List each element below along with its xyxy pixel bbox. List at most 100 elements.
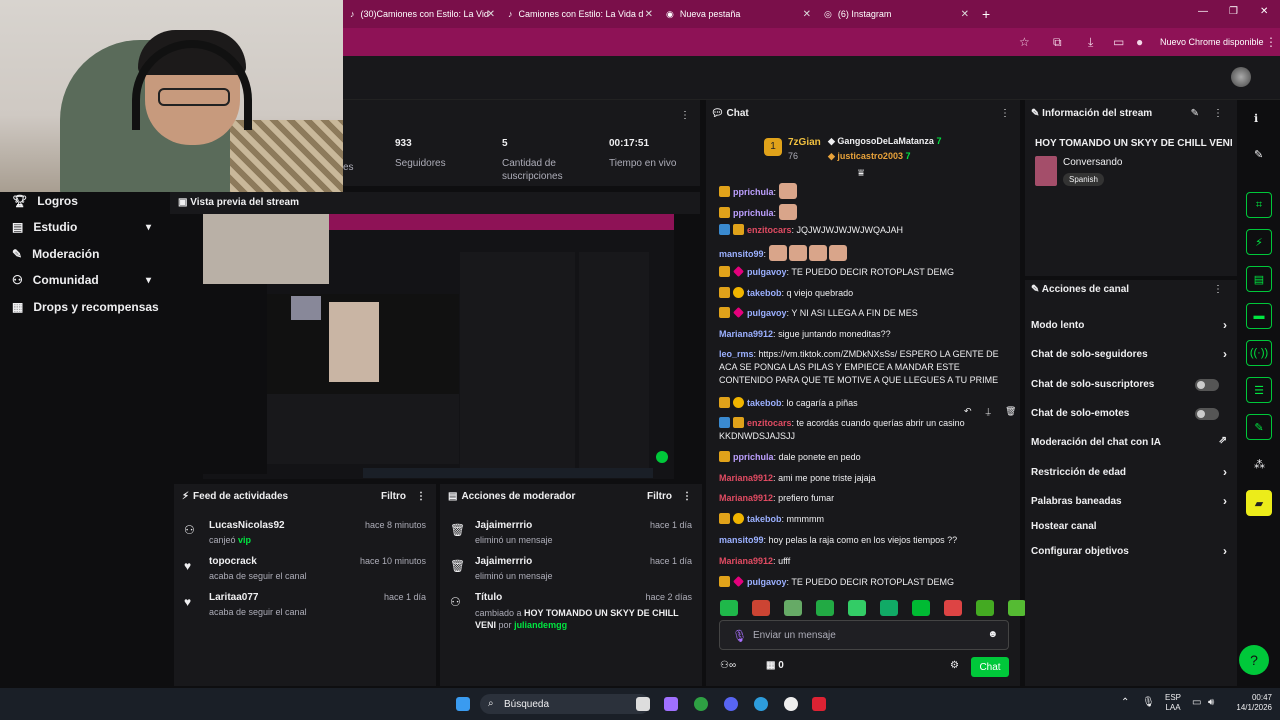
info-icon[interactable]: ℹ bbox=[1254, 112, 1258, 125]
chat-username[interactable]: pulgavoy bbox=[747, 267, 787, 277]
crown-badge-icon[interactable] bbox=[733, 224, 744, 235]
chat-username[interactable]: takebob bbox=[747, 398, 782, 408]
wrench-icon[interactable]: ✎ bbox=[1246, 414, 1272, 440]
sidebar-item-comunidad[interactable]: ⚇ Comunidad ▾ bbox=[12, 273, 162, 287]
chat-username[interactable]: enzitocars bbox=[747, 418, 792, 428]
action-goals[interactable]: Configurar objetivos › bbox=[1031, 544, 1227, 558]
toggle-switch[interactable] bbox=[1195, 408, 1219, 420]
network-icon[interactable]: ▭ bbox=[1192, 697, 1201, 708]
chat-input[interactable]: 🎙︎ Enviar un mensaje ☻ bbox=[719, 620, 1009, 650]
action-ai-moderation[interactable]: Moderación del chat con IA ⇗ bbox=[1031, 435, 1227, 448]
app-icon[interactable] bbox=[812, 697, 826, 711]
crown-badge-icon[interactable] bbox=[719, 513, 730, 524]
emote[interactable] bbox=[912, 600, 930, 616]
edit-icon[interactable]: ✎ bbox=[1191, 108, 1199, 119]
more-icon[interactable]: ⋮ bbox=[1213, 108, 1223, 119]
add-action-icon[interactable]: ⁂ bbox=[1254, 458, 1265, 471]
crown-badge-icon[interactable] bbox=[719, 451, 730, 462]
action-emotes-only[interactable]: Chat de solo-emotes bbox=[1031, 408, 1227, 420]
vip-badge-icon[interactable] bbox=[733, 307, 744, 318]
chat-message[interactable]: pprichula: bbox=[719, 183, 1009, 199]
new-tab-button[interactable]: + bbox=[982, 4, 1002, 24]
extensions-icon[interactable]: ⧉ bbox=[1053, 35, 1062, 50]
feed-item[interactable]: ♥ topocrack acaba de seguir el canal hace 1… bbox=[184, 556, 426, 590]
chat-message[interactable]: takebob: mmmmm bbox=[719, 513, 1009, 526]
crown-badge-icon[interactable] bbox=[719, 186, 730, 197]
emote[interactable] bbox=[828, 245, 847, 261]
feed-item[interactable]: ♥ Laritaa077 acaba de seguir el canal hace … bbox=[184, 592, 426, 626]
sidebar-item-drops[interactable]: ▦ Drops y recompensas bbox=[12, 300, 159, 314]
help-icon[interactable]: ? bbox=[1239, 645, 1269, 675]
clip-icon[interactable]: ⌗ bbox=[1246, 192, 1272, 218]
emote[interactable] bbox=[880, 600, 898, 616]
mod-item[interactable]: 🗑︎ Jajaimerrrio eliminó un mensaje hace 1 d… bbox=[450, 520, 692, 554]
sub-badge-icon[interactable] bbox=[733, 513, 744, 524]
emote[interactable] bbox=[976, 600, 994, 616]
minimize-icon[interactable]: — bbox=[1198, 6, 1208, 17]
vip-badge-icon[interactable] bbox=[733, 576, 744, 587]
mod-item[interactable]: 🗑︎ Jajaimerrrio eliminó un mensaje hace 1 d… bbox=[450, 556, 692, 590]
emote[interactable] bbox=[788, 245, 807, 261]
sidebar-item-logros[interactable]: 🏆︎ Logros bbox=[12, 194, 78, 208]
mod-item[interactable]: ⚇ Título cambiado a HOY TOMANDO UN SKYY DE… bbox=[450, 592, 692, 636]
volume-icon[interactable]: 🔊︎ bbox=[1208, 697, 1214, 708]
tw-badge-icon[interactable] bbox=[719, 224, 730, 235]
mic-icon[interactable]: 🎙︎ bbox=[1142, 697, 1155, 708]
download-icon[interactable]: ⤓ bbox=[1088, 35, 1093, 50]
chat-message[interactable]: pprichula: bbox=[719, 204, 1009, 220]
emote[interactable] bbox=[848, 600, 866, 616]
chat-message[interactable]: Mariana9912: ufff bbox=[719, 555, 1009, 568]
raid-icon[interactable]: ((·)) bbox=[1246, 340, 1272, 366]
chat-username[interactable]: takebob bbox=[747, 288, 782, 298]
mic-icon[interactable]: 🎙︎ bbox=[732, 629, 747, 643]
emote[interactable] bbox=[1008, 600, 1026, 616]
toggle-switch[interactable] bbox=[1195, 379, 1219, 391]
crown-badge-icon[interactable] bbox=[719, 576, 730, 587]
chat-username[interactable]: Mariana9912 bbox=[719, 493, 773, 503]
taskbar-search[interactable]: ⌕ Búsqueda bbox=[480, 694, 650, 714]
leader-third-name[interactable]: ◆ justicastro2003 7 bbox=[828, 151, 911, 162]
channel-points[interactable]: ▦ 0 bbox=[766, 660, 784, 671]
chat-message[interactable]: Mariana9912: sigue juntando moneditas?? bbox=[719, 328, 1009, 341]
chat-message[interactable]: Mariana9912: prefiero fumar bbox=[719, 492, 1009, 505]
star-icon[interactable]: ☆ bbox=[1019, 35, 1030, 49]
chrome-icon[interactable] bbox=[694, 697, 708, 711]
close-icon[interactable]: ✕ bbox=[961, 9, 969, 20]
more-icon[interactable]: ⋮ bbox=[416, 491, 426, 502]
settings-icon[interactable]: ⚙ bbox=[950, 660, 959, 671]
more-icon[interactable]: ⋮ bbox=[682, 491, 692, 502]
action-banned-words[interactable]: Palabras baneadas › bbox=[1031, 494, 1227, 508]
more-icon[interactable]: ⋮ bbox=[1213, 284, 1223, 295]
chat-message[interactable]: pulgavoy: TE PUEDO DECIR ROTOPLAST DEMG bbox=[719, 576, 1009, 589]
close-icon[interactable]: ✕ bbox=[803, 9, 811, 20]
obs-icon[interactable] bbox=[784, 697, 798, 711]
filter-button[interactable]: Filtro bbox=[647, 491, 672, 502]
chat-bubble-icon[interactable]: ▬ bbox=[1246, 303, 1272, 329]
emote[interactable] bbox=[944, 600, 962, 616]
action-followers-only[interactable]: Chat de solo-seguidores › bbox=[1031, 347, 1227, 361]
collapse-icon[interactable]: ⩸ bbox=[858, 168, 864, 179]
profile-icon[interactable]: ● bbox=[1136, 35, 1143, 49]
chat-username[interactable]: Mariana9912 bbox=[719, 473, 773, 483]
browser-tab[interactable]: ◉ Nueva pestaña ✕ bbox=[666, 4, 811, 24]
menu-icon[interactable]: ⋮ bbox=[1265, 35, 1277, 49]
close-window-icon[interactable]: ✕ bbox=[1260, 6, 1268, 17]
crown-badge-icon[interactable] bbox=[719, 287, 730, 298]
action-age-restriction[interactable]: Restricción de edad › bbox=[1031, 465, 1227, 479]
crown-badge-icon[interactable] bbox=[719, 307, 730, 318]
emote[interactable] bbox=[752, 600, 770, 616]
more-icon[interactable]: ⋮ bbox=[680, 110, 690, 121]
chat-username[interactable]: pprichula bbox=[733, 452, 774, 462]
sidebar-item-estudio[interactable]: ▤ Estudio ▾ bbox=[12, 220, 162, 234]
emote[interactable] bbox=[808, 245, 827, 261]
language-indicator[interactable]: ESP LAA bbox=[1165, 693, 1181, 713]
chat-username[interactable]: mansito99 bbox=[719, 249, 764, 259]
leader-first-name[interactable]: 7zGian bbox=[788, 137, 821, 148]
emote[interactable] bbox=[768, 245, 787, 261]
sub-badge-icon[interactable] bbox=[733, 397, 744, 408]
chat-username[interactable]: takebob bbox=[747, 514, 782, 524]
chat-username[interactable]: Mariana9912 bbox=[719, 556, 773, 566]
avatar[interactable] bbox=[1231, 67, 1251, 87]
maximize-icon[interactable]: ❐ bbox=[1229, 6, 1238, 17]
sidebar-item-moderacion[interactable]: ✎ Moderación bbox=[12, 247, 99, 261]
